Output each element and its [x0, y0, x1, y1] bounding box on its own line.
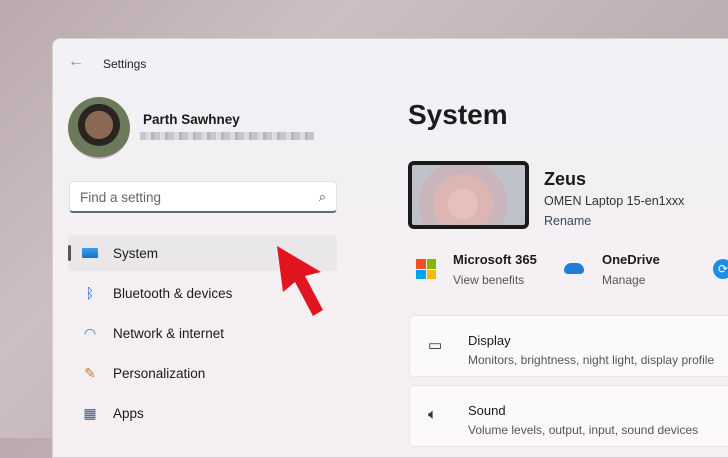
- search-input[interactable]: Find a setting ⌕: [69, 181, 337, 213]
- card-title: Sound: [468, 403, 506, 418]
- display-icon: ▭: [428, 337, 443, 354]
- microsoft365-title[interactable]: Microsoft 365: [453, 252, 537, 267]
- page-title: System: [408, 99, 508, 130]
- sidebar-item-label: Apps: [113, 405, 144, 421]
- selection-indicator: [68, 245, 71, 261]
- card-subtitle: Volume levels, output, input, sound devi…: [468, 423, 699, 437]
- red-pointer-arrow-icon: [277, 246, 323, 316]
- device-model: OMEN Laptop 15-en1xxx: [544, 194, 685, 208]
- avatar[interactable]: [68, 97, 130, 159]
- microsoft-logo-icon: [416, 259, 436, 279]
- card-subtitle: Monitors, brightness, night light, displ…: [468, 353, 715, 367]
- sidebar-item-label: Bluetooth & devices: [113, 285, 233, 301]
- blurred-email: [140, 132, 314, 140]
- monitor-icon: [80, 245, 100, 261]
- apps-icon: ▦: [83, 404, 97, 421]
- brush-icon: ✎: [84, 364, 96, 381]
- device-wallpaper-thumbnail: [408, 161, 529, 229]
- sidebar-item-label: Personalization: [113, 365, 206, 381]
- microsoft365-link[interactable]: View benefits: [453, 273, 524, 287]
- settings-window: ← Settings Parth Sawhney Find a setting …: [52, 38, 728, 458]
- sidebar-item-label: System: [113, 245, 159, 261]
- onedrive-link[interactable]: Manage: [602, 273, 645, 287]
- sidebar-item-apps[interactable]: ▦ Apps: [68, 395, 337, 431]
- search-placeholder: Find a setting: [80, 190, 162, 205]
- sidebar-item-personalization[interactable]: ✎ Personalization: [68, 355, 337, 391]
- user-name: Parth Sawhney: [143, 112, 240, 127]
- display-card[interactable]: ▭ Display Monitors, brightness, night li…: [409, 315, 728, 377]
- onedrive-cloud-icon: [564, 263, 584, 274]
- speaker-icon: 🔈︎: [428, 406, 438, 423]
- back-arrow-icon[interactable]: ←: [68, 53, 84, 71]
- device-name: Zeus: [544, 169, 587, 189]
- wifi-icon: ◠: [83, 324, 97, 341]
- onedrive-title[interactable]: OneDrive: [602, 252, 660, 267]
- app-title: Settings: [103, 57, 147, 71]
- search-icon: ⌕: [318, 189, 326, 204]
- sync-icon[interactable]: ⟳: [713, 259, 728, 279]
- rename-link[interactable]: Rename: [544, 214, 591, 228]
- bluetooth-icon: ᛒ: [85, 285, 95, 301]
- sidebar-item-label: Network & internet: [113, 325, 225, 341]
- card-title: Display: [468, 333, 511, 348]
